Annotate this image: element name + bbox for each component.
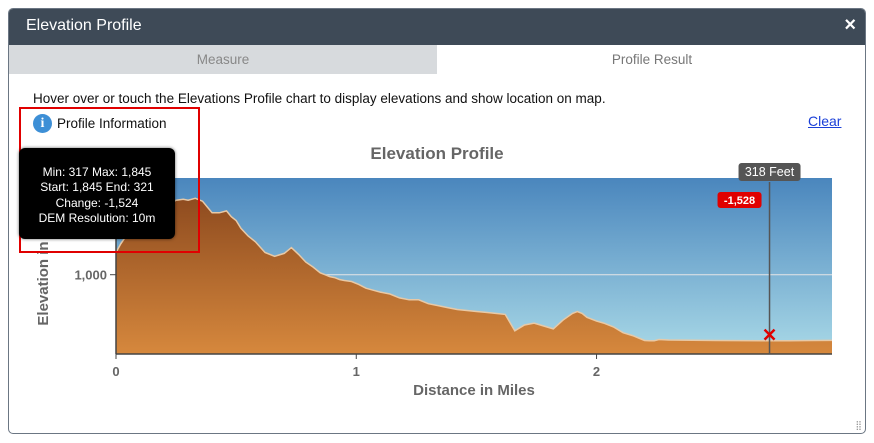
titlebar[interactable]: Elevation Profile × [9,9,865,45]
tooltip-start-end: Start: 1,845 End: 321 [40,180,154,195]
chart-title: Elevation Profile [370,144,503,163]
x-tick-label: 2 [593,364,600,379]
profile-information-tooltip: Min: 317 Max: 1,845 Start: 1,845 End: 32… [19,148,175,239]
close-icon[interactable]: × [844,14,856,37]
resize-handle-icon[interactable]: ⣿ [855,420,862,431]
y-ticks: 1,000 [74,268,116,283]
tooltip-min-max: Min: 317 Max: 1,845 [42,165,152,179]
cursor-change-label: -1,528 [717,192,762,208]
y-tick-label: 1,000 [74,268,107,283]
elevation-profile-window: Elevation Profile × Measure Profile Resu… [8,8,866,434]
x-axis-label: Distance in Miles [413,382,535,399]
window-title: Elevation Profile [26,17,142,34]
cursor-elevation-text: 318 Feet [745,165,795,179]
cursor-change-text: -1,528 [724,195,755,207]
hint-text: Hover over or touch the Elevations Profi… [33,91,606,106]
x-tick-label: 0 [112,364,119,379]
tooltip-dem-resolution: DEM Resolution: 10m [38,210,156,225]
tooltip-change: Change: -1,524 [55,195,139,210]
x-ticks: 0 1 2 [112,354,600,379]
cursor-elevation-label: 318 Feet [738,163,801,181]
clear-link[interactable]: Clear [808,113,841,129]
tab-bar: Measure Profile Result [9,45,865,74]
tab-profile-result[interactable]: Profile Result [437,45,865,74]
x-tick-label: 1 [353,364,360,379]
tab-measure[interactable]: Measure [9,45,437,74]
